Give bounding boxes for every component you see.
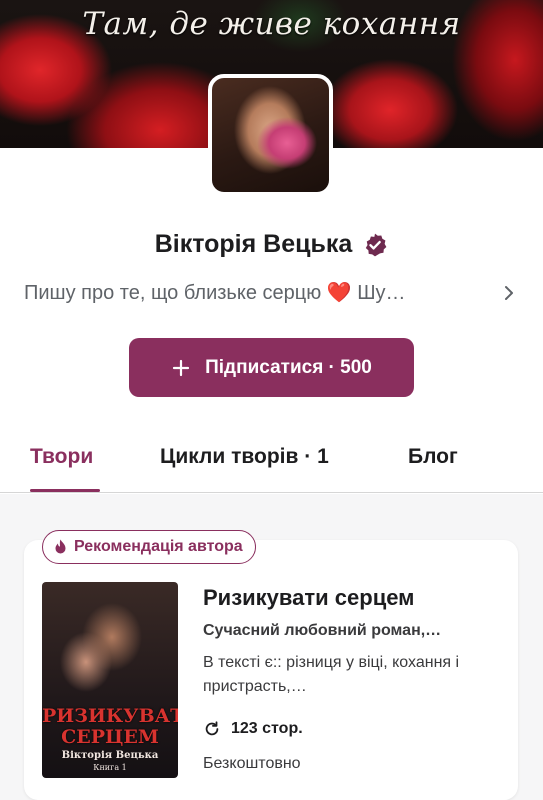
badge-label: Рекомендація автора [74,538,243,555]
book-price: Безкоштовно [203,755,301,772]
book-cover[interactable]: Ризикувати серцем Вікторія Вецька Книга … [42,582,178,778]
follow-button[interactable]: Підписатися · 500 [129,338,414,397]
cover-book-number: Книга 1 [93,763,127,772]
banner-title: Там, де живе кохання [82,6,461,42]
book-description: В тексті є:: різниця у віці, кохання і п… [203,654,460,695]
profile-name-row: Вікторія Вецька [0,230,543,259]
plus-icon [173,359,190,376]
profile-bio: Пишу про те, що близьке серцю ❤️ Шу… [24,282,406,304]
cover-title: Ризикувати серцем [42,705,178,748]
book-pages: 123 стор. [231,720,303,737]
profile-name: Вікторія Вецька [154,230,353,258]
verified-badge-icon [366,233,387,256]
active-tab-indicator [30,489,100,492]
profile-tabs: Твори Цикли творів · 1 Блог [0,425,543,493]
profile-bio-row[interactable]: Пишу про те, що близьке серцю ❤️ Шу… [24,280,519,305]
flame-icon [55,539,66,554]
book-title[interactable]: Ризикувати серцем [203,585,414,611]
tab-works[interactable]: Твори [30,445,93,469]
book-pages-row: 123 стор. [203,720,303,738]
book-genre: Сучасний любовний роман,… [203,622,442,639]
avatar[interactable] [208,74,333,196]
author-recommendation-badge: Рекомендація автора [42,530,256,564]
follow-button-label: Підписатися · 500 [205,356,372,378]
tab-blog[interactable]: Блог [408,445,458,469]
chevron-right-icon[interactable] [499,283,519,303]
tab-series[interactable]: Цикли творів · 1 [160,445,329,469]
cover-author: Вікторія Вецька [61,750,159,761]
refresh-icon [205,721,219,736]
